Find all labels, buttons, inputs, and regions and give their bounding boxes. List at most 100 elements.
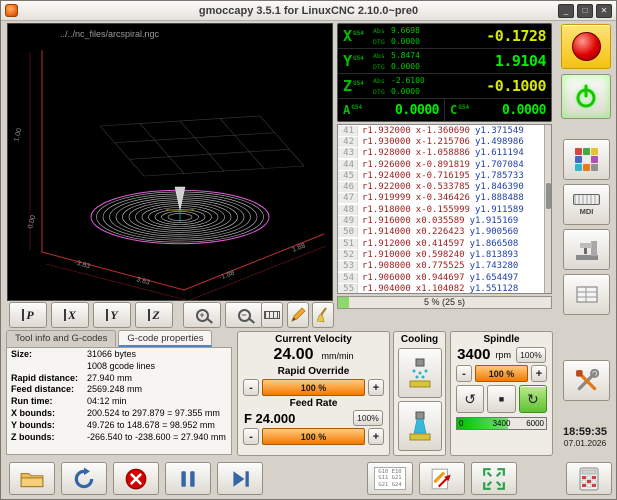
- line-number: 48: [338, 205, 358, 215]
- line-number: 43: [338, 148, 358, 158]
- dro-axis-a[interactable]: AG54 0.0000: [338, 99, 444, 121]
- close-button[interactable]: ✕: [596, 4, 612, 18]
- spindle-stop-button[interactable]: ■: [487, 385, 515, 413]
- scrollbar-thumb[interactable]: [546, 183, 551, 209]
- dro-axis-x[interactable]: XG54 Abs9.6698 DTG0.0000 -0.1728: [338, 24, 551, 49]
- gcode-line[interactable]: 42 r1.930000 x-1.215706 y1.498986: [338, 136, 551, 147]
- keypad-mode-button[interactable]: [563, 139, 610, 180]
- mist-coolant-button[interactable]: [398, 348, 442, 398]
- gremlin-preview[interactable]: 1.00 0.00 -3.83 3.83 -1.88 1.88 ../../nc…: [7, 23, 333, 301]
- gcode-word-r: r1.919999: [362, 193, 411, 203]
- line-number: 45: [338, 171, 358, 181]
- view-z-button[interactable]: Z: [135, 302, 173, 328]
- gcode-line[interactable]: 50 r1.914000 x0.226423 y1.900560: [338, 227, 551, 238]
- gcode-line[interactable]: 54 r1.906000 x0.944697 y1.654497: [338, 272, 551, 283]
- gcode-list[interactable]: 41 r1.932000 x-1.360690 y1.371549 42 r1.…: [337, 124, 552, 294]
- clear-plot-button[interactable]: [312, 302, 334, 328]
- dtg-label: DTG: [373, 38, 391, 47]
- maximize-button[interactable]: □: [577, 4, 593, 18]
- line-number: 52: [338, 250, 358, 260]
- gcode-word-r: r1.932000: [362, 126, 411, 136]
- dro-axis-y[interactable]: YG54 Abs5.8474 DTG0.0000 1.9104: [338, 49, 551, 74]
- tab-gcode-properties[interactable]: G-code properties: [118, 330, 212, 347]
- reload-file-button[interactable]: [61, 462, 107, 495]
- gcode-line[interactable]: 44 r1.926000 x-0.891819 y1.707084: [338, 159, 551, 170]
- offsets-button[interactable]: G10 E10 G11 G21 G21 G24: [367, 462, 413, 495]
- gcode-line[interactable]: 49 r1.916000 x0.035589 y1.915169: [338, 215, 551, 226]
- gcode-word-x: x-0.533785: [416, 182, 470, 192]
- view-x-button[interactable]: X: [51, 302, 89, 328]
- fullscreen-icon: [482, 467, 506, 491]
- rapid-plus-button[interactable]: +: [368, 379, 384, 396]
- stop-button[interactable]: [113, 462, 159, 495]
- line-number: 51: [338, 239, 358, 249]
- tool-measurement-button[interactable]: [419, 462, 465, 495]
- flood-coolant-icon: [407, 411, 433, 441]
- power-button[interactable]: [561, 74, 611, 119]
- rapid-override-slider[interactable]: 100 %: [262, 379, 365, 396]
- dro-axis-c[interactable]: CG54 0.0000: [444, 99, 551, 121]
- dro-value-c: 0.0000: [470, 103, 546, 118]
- pause-button[interactable]: [165, 462, 211, 495]
- gcode-line[interactable]: 41 r1.932000 x-1.360690 y1.371549: [338, 125, 551, 136]
- axis-letter: Z: [343, 77, 352, 95]
- gcode-word-y: y1.743280: [470, 261, 519, 271]
- rapid-minus-button[interactable]: -: [243, 379, 259, 396]
- property-value: 1008 gcode lines: [87, 361, 155, 373]
- dro-axis-z[interactable]: ZG54 Abs-2.6100 DTG0.0000 -0.1000: [338, 74, 551, 99]
- feed-minus-button[interactable]: -: [243, 428, 259, 445]
- gcode-scrollbar[interactable]: [544, 125, 551, 293]
- run-button[interactable]: [217, 462, 263, 495]
- property-row: Rapid distance: 27.940 mm: [7, 373, 231, 385]
- spindle-speed-bar: 0 3400 6000: [456, 417, 547, 430]
- gcode-line[interactable]: 46 r1.922000 x-0.533785 y1.846390: [338, 181, 551, 192]
- spindle-override-slider[interactable]: 100 %: [475, 365, 528, 382]
- view-p-button[interactable]: P: [9, 302, 47, 328]
- spindle-right-button[interactable]: ↻: [519, 385, 547, 413]
- fullscreen-button[interactable]: [471, 462, 517, 495]
- gcode-line[interactable]: 45 r1.924000 x-0.716195 y1.785733: [338, 170, 551, 181]
- machine-mode-button[interactable]: [563, 229, 610, 270]
- toggle-dimensions-button[interactable]: [261, 302, 283, 328]
- spindle-left-button[interactable]: ↺: [456, 385, 484, 413]
- mdi-mode-button[interactable]: MDI: [563, 184, 610, 225]
- gcode-line[interactable]: 43 r1.928000 x-1.058886 y1.611194: [338, 148, 551, 159]
- gcode-line[interactable]: 48 r1.918000 x-0.155999 y1.911589: [338, 204, 551, 215]
- feed-reset-button[interactable]: 100%: [353, 410, 383, 426]
- property-row: Size: 31066 bytes: [7, 349, 231, 361]
- tool-editor-button[interactable]: [563, 274, 610, 315]
- spindle-reset-button[interactable]: 100%: [516, 347, 546, 363]
- gcode-line[interactable]: 55 r1.904000 x1.104082 y1.551128: [338, 283, 551, 294]
- zoom-in-button[interactable]: +: [183, 302, 221, 328]
- minimize-button[interactable]: _: [558, 4, 574, 18]
- gcode-line[interactable]: 47 r1.919999 x-0.346426 y1.888488: [338, 193, 551, 204]
- spindle-minus-button[interactable]: -: [456, 365, 472, 382]
- feed-rate-value: F 24.000: [244, 411, 295, 426]
- zoom-out-button[interactable]: −: [225, 302, 263, 328]
- edit-gcode-button[interactable]: [287, 302, 309, 328]
- spindle-panel: Spindle 3400 rpm 100% - 100 % + ↺ ■ ↻ 0 …: [450, 331, 553, 456]
- abs-value: 5.8474: [391, 51, 420, 60]
- tab-tool-info[interactable]: Tool info and G-codes: [6, 330, 116, 347]
- settings-button[interactable]: [563, 360, 610, 401]
- current-velocity-value: 24.00: [273, 346, 313, 364]
- gcode-line[interactable]: 52 r1.910000 x0.598240 y1.813893: [338, 249, 551, 260]
- gcode-line[interactable]: 53 r1.908000 x0.775525 y1.743280: [338, 261, 551, 272]
- estop-button[interactable]: [561, 24, 611, 69]
- view-p-icon: P: [22, 308, 33, 323]
- calculator-button[interactable]: [566, 462, 612, 495]
- spindle-title: Spindle: [451, 334, 552, 345]
- feed-override-slider[interactable]: 100 %: [262, 428, 365, 445]
- gcode-word-y: y1.611194: [475, 148, 524, 158]
- view-y-button[interactable]: Y: [93, 302, 131, 328]
- gcode-word-x: x0.598240: [416, 250, 465, 260]
- feed-plus-button[interactable]: +: [368, 428, 384, 445]
- gcode-line[interactable]: 51 r1.912000 x0.414597 y1.866508: [338, 238, 551, 249]
- flood-coolant-button[interactable]: [398, 401, 442, 451]
- open-file-button[interactable]: [9, 462, 55, 495]
- spindle-plus-button[interactable]: +: [531, 365, 547, 382]
- coord-system-label: G54: [353, 30, 364, 37]
- svg-text:3.83: 3.83: [135, 276, 150, 287]
- line-number: 54: [338, 273, 358, 283]
- svg-text:0.00: 0.00: [27, 214, 37, 229]
